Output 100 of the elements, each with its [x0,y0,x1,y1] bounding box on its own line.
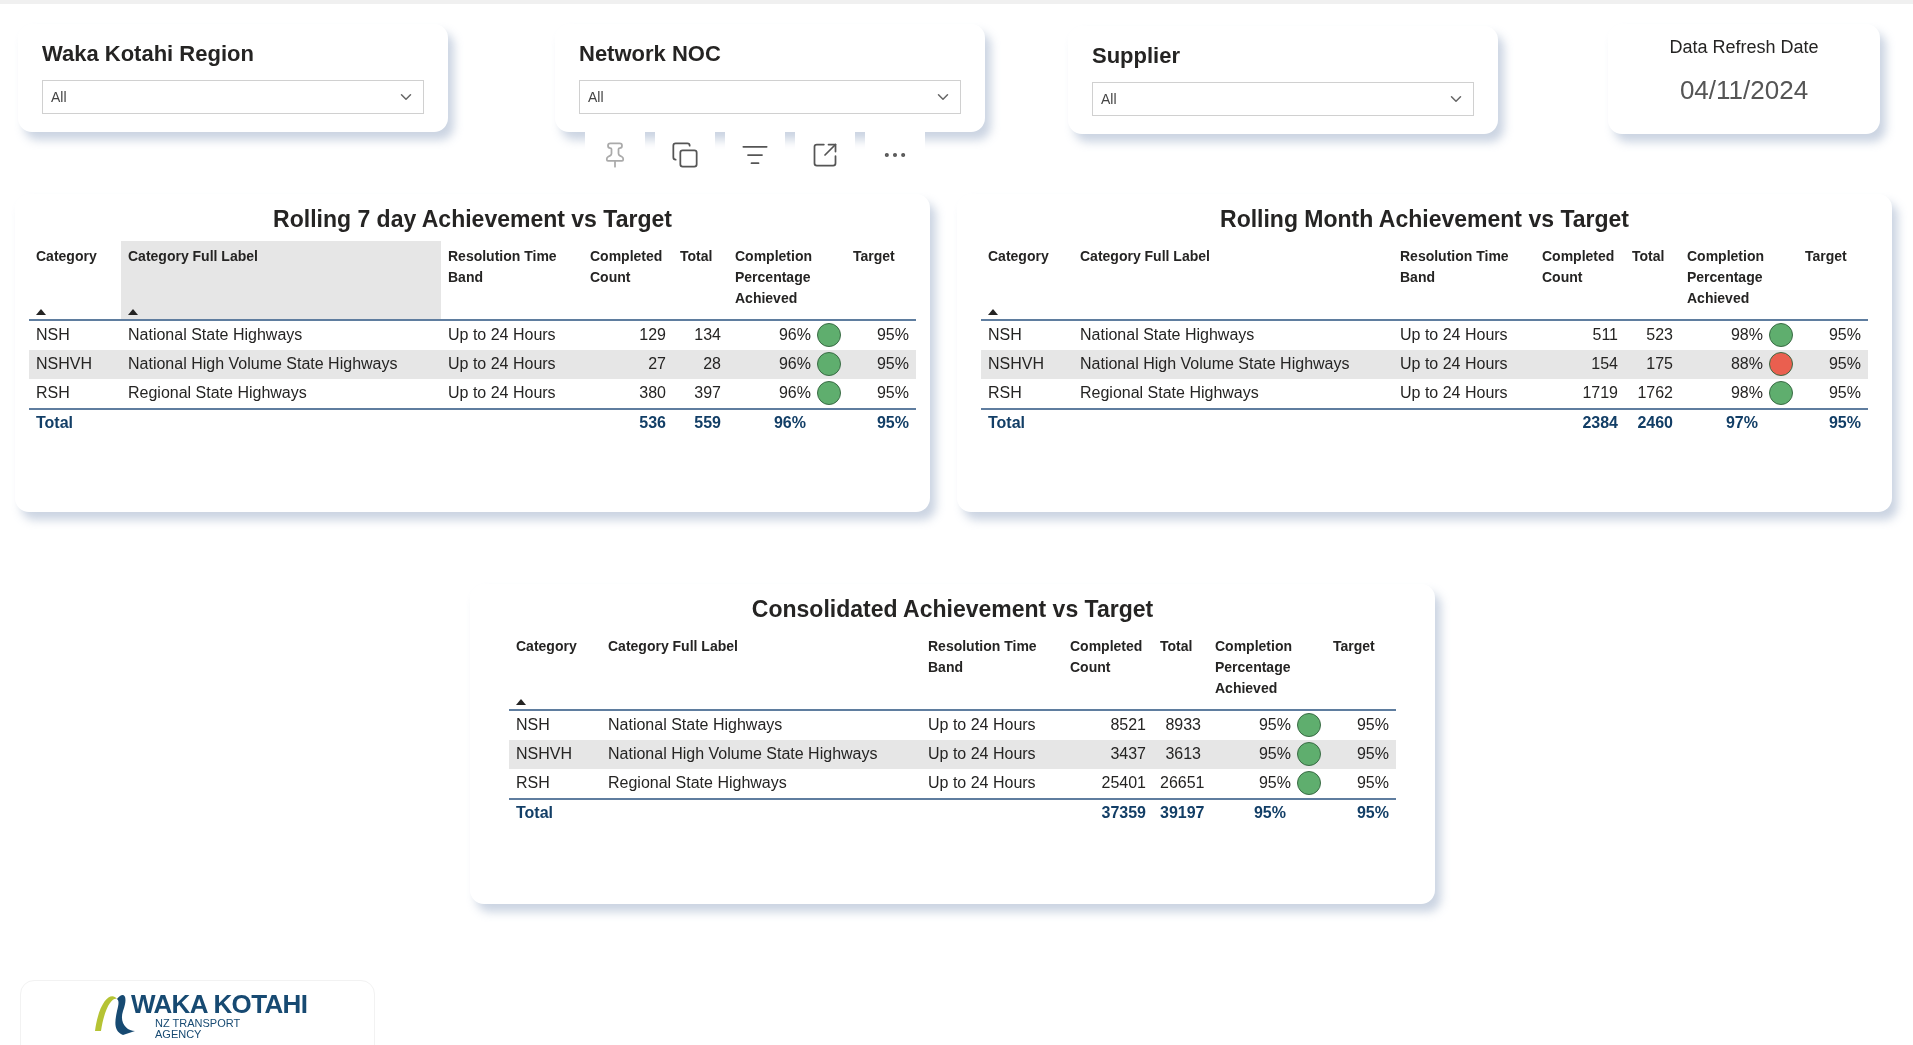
table-cell-text: National High Volume State Highways [607,744,879,764]
dropdown-field[interactable]: All [579,80,961,114]
filter-title: Waka Kotahi Region [42,40,255,68]
table-cell-text: 96% [778,325,811,345]
total-cell-text: 95% [1355,802,1390,823]
sort-icon [516,698,526,705]
header-label: Completed Count [589,246,664,287]
header-label: Total [679,246,714,266]
table-cell-text: National State Highways [607,715,784,735]
table-cell-text: NSH [35,325,71,345]
table-cell-text: National High Volume State Highways [127,354,399,374]
header-label: Target [1332,636,1376,656]
table-cell-text: National State Highways [1079,325,1256,345]
total-cell-text: 95% [1827,412,1862,433]
table-cell-text: Up to 24 Hours [447,325,557,345]
header-label: Completion Percentage Achieved [1214,636,1293,698]
table-cell-text: 95% [1355,715,1390,735]
logo-subtext: AGENCY [155,1029,203,1040]
table-cell-text: NSHVH [515,744,573,764]
table-cell-text: 511 [1591,325,1619,345]
sort-icon [988,308,998,315]
table-cell-text: 96% [778,354,811,374]
header-label: Category Full Label [607,636,739,656]
table-cell-text: 95% [875,325,910,345]
table-cell-text: 27 [647,354,667,374]
table-cell-text: 88% [1730,354,1763,374]
table-cell-text: Regional State Highways [607,773,788,793]
table-cell-text: 8933 [1164,715,1202,735]
total-label: Total [987,412,1027,433]
total-cell-text: 97% [1724,412,1759,433]
dropdown-field[interactable]: All [42,80,424,114]
filter-title: Supplier [1092,42,1181,70]
table-cell-text: 3613 [1164,744,1202,764]
table-cell-text: Up to 24 Hours [447,383,557,403]
table-cell-text: RSH [987,383,1023,403]
table-cell-text: RSH [35,383,71,403]
table-cell-text: 95% [1827,354,1862,374]
header-label: Category [515,636,578,656]
header-label: Completion Percentage Achieved [1686,246,1765,308]
table-cell-text: 129 [638,325,667,345]
header-label: Total [1631,246,1666,266]
table-cell-text: 175 [1645,354,1674,374]
header-label: Completion Percentage Achieved [734,246,813,308]
table-cell-text: National High Volume State Highways [1079,354,1351,374]
table-cell-text: Up to 24 Hours [927,773,1037,793]
table-cell-text: 1719 [1581,383,1619,403]
table-cell-text: 8521 [1109,715,1147,735]
table-title: Rolling Month Achievement vs Target [1220,205,1629,234]
table-cell-text: 98% [1730,383,1763,403]
total-cell-text: 96% [772,412,807,433]
header-label: Completed Count [1541,246,1616,287]
table-cell-text: 95% [1827,383,1862,403]
header-label: Completed Count [1069,636,1144,677]
total-label: Total [515,802,555,823]
header-label: Resolution Time Band [447,246,558,287]
total-cell-text: 37359 [1100,802,1147,823]
logo-subtext: NZ TRANSPORT [155,1018,242,1029]
table-cell-text: NSH [987,325,1023,345]
table-cell-text: 95% [1355,744,1390,764]
table-cell-text: 96% [778,383,811,403]
table-cell-text: NSH [515,715,551,735]
table-cell-text: Up to 24 Hours [447,354,557,374]
table-cell-text: Up to 24 Hours [1399,383,1509,403]
table-cell-text: Up to 24 Hours [1399,325,1509,345]
table-cell-text: 134 [693,325,722,345]
table-title: Rolling 7 day Achievement vs Target [273,205,672,234]
table-cell-text: 1762 [1636,383,1674,403]
date-label: Data Refresh Date [1669,36,1819,59]
total-label: Total [35,412,75,433]
logo-text: WAKA KOTAHI [131,991,308,1017]
table-cell-text: 95% [875,354,910,374]
header-label: Target [1804,246,1848,266]
table-cell-text: 95% [1258,773,1291,793]
table-cell-text: NSHVH [35,354,93,374]
table-cell-text: Regional State Highways [1079,383,1260,403]
table-cell-text: Up to 24 Hours [1399,354,1509,374]
table-title: Consolidated Achievement vs Target [751,595,1154,624]
dropdown-field[interactable]: All [1092,82,1474,116]
table-cell-text: National State Highways [127,325,304,345]
table-cell-text: RSH [515,773,551,793]
table-cell-text: 98% [1730,325,1763,345]
header-label: Category Full Label [1079,246,1211,266]
table-cell-text: Up to 24 Hours [927,715,1037,735]
sort-icon [36,308,46,315]
table-cell-text: 95% [875,383,910,403]
table-cell-text: 95% [1355,773,1390,793]
date-value: 04/11/2024 [1679,74,1809,107]
table-cell-text: 154 [1590,354,1619,374]
table-cell-text: 26651 [1159,773,1206,793]
total-cell-text: 536 [638,412,667,433]
table-cell-text: 3437 [1109,744,1147,764]
filter-title: Network NOC [579,40,722,68]
total-cell-text: 2384 [1581,412,1619,433]
total-cell-text: 95% [875,412,910,433]
table-cell-text: 380 [638,383,667,403]
header-label: Category Full Label [127,246,259,266]
table-cell-text: NSHVH [987,354,1045,374]
column-header[interactable]: Category Full Label [121,240,441,319]
header-label: Category [987,246,1050,266]
header-label: Target [852,246,896,266]
